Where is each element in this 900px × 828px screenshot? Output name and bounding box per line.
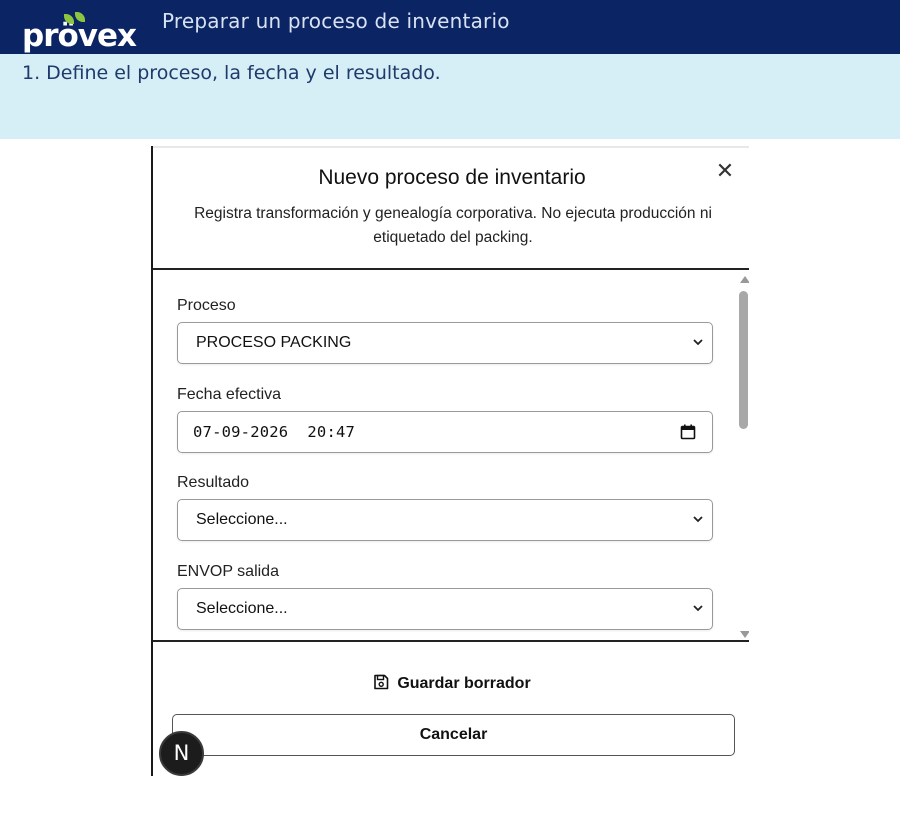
proceso-selected-value: PROCESO PACKING bbox=[196, 334, 352, 351]
fecha-value: 07-09-2026 20:47 bbox=[193, 423, 356, 441]
modal-header: Nuevo proceso de inventario ✕ Registra t… bbox=[153, 146, 749, 270]
provex-logo[interactable]: prövex bbox=[22, 12, 152, 54]
calendar-icon[interactable] bbox=[680, 424, 696, 440]
envop-label: ENVOP salida bbox=[177, 563, 279, 580]
chevron-down-icon bbox=[693, 339, 703, 346]
proceso-select[interactable]: PROCESO PACKING bbox=[177, 322, 713, 364]
resultado-select[interactable]: Seleccione... bbox=[177, 499, 713, 541]
chevron-down-icon bbox=[693, 605, 703, 612]
proceso-label: Proceso bbox=[177, 297, 236, 314]
modal-body[interactable]: Proceso PROCESO PACKING Fecha efectiva 0… bbox=[153, 272, 749, 642]
modal-title: Nuevo proceso de inventario bbox=[318, 166, 586, 189]
resultado-label: Resultado bbox=[177, 474, 250, 491]
logo-text: prövex bbox=[22, 18, 137, 54]
save-draft-button[interactable]: Guardar borrador bbox=[153, 674, 749, 698]
scroll-down-arrow-icon[interactable] bbox=[740, 631, 749, 638]
top-bar: prövex Preparar un proceso de inventario bbox=[0, 0, 900, 54]
scroll-up-arrow-icon[interactable] bbox=[740, 276, 749, 283]
modal-footer: Guardar borrador Cancelar bbox=[153, 644, 749, 776]
scrollbar[interactable] bbox=[737, 272, 749, 640]
save-draft-label: Guardar borrador bbox=[397, 675, 531, 692]
envop-selected-value: Seleccione... bbox=[196, 600, 288, 617]
close-icon[interactable]: ✕ bbox=[715, 161, 735, 183]
new-inventory-process-modal: Nuevo proceso de inventario ✕ Registra t… bbox=[151, 146, 749, 776]
step-banner: 1. Define el proceso, la fecha y el resu… bbox=[0, 54, 900, 139]
modal-subtitle: Registra transformación y genealogía cor… bbox=[194, 205, 712, 246]
floppy-disk-icon bbox=[374, 674, 389, 690]
fecha-efectiva-input[interactable]: 07-09-2026 20:47 bbox=[177, 411, 713, 453]
fecha-label: Fecha efectiva bbox=[177, 386, 282, 403]
scroll-thumb[interactable] bbox=[739, 291, 748, 429]
cancel-button[interactable]: Cancelar bbox=[172, 714, 735, 756]
resultado-selected-value: Seleccione... bbox=[196, 511, 288, 528]
chevron-down-icon bbox=[693, 516, 703, 523]
step-instruction: 1. Define el proceso, la fecha y el resu… bbox=[22, 62, 441, 84]
envop-salida-select[interactable]: Seleccione... bbox=[177, 588, 713, 630]
avatar[interactable]: N bbox=[159, 731, 204, 776]
page-title: Preparar un proceso de inventario bbox=[162, 9, 510, 33]
